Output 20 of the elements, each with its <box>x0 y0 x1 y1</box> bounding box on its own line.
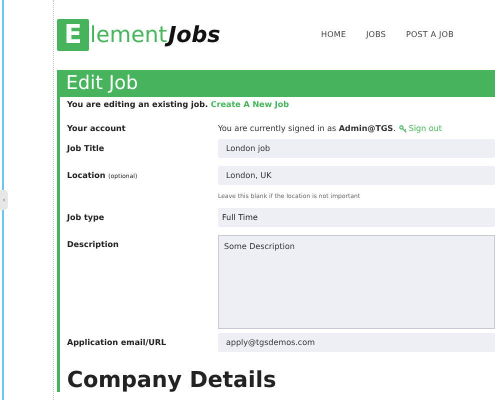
nav-link[interactable]: JOBS <box>366 29 386 41</box>
description-textarea[interactable]: Some Description <box>218 235 495 329</box>
field-label: Your account <box>67 123 127 135</box>
field-label: Location <box>67 171 106 180</box>
input-field[interactable]: London job <box>218 139 495 158</box>
job-type-select[interactable]: Full Time <box>218 208 495 227</box>
field-label: Description <box>67 239 120 251</box>
notice-text: You are editing an existing job. <box>67 100 210 109</box>
logo-mark: E <box>57 19 89 51</box>
nav-link[interactable]: HOME <box>321 29 346 41</box>
field-label: Job Title <box>67 143 106 155</box>
key-icon <box>398 125 407 133</box>
input-field[interactable]: London, UK <box>218 166 495 185</box>
field-label: Application email/URL <box>67 337 168 349</box>
section-heading: Company Details <box>67 370 278 392</box>
field-label: Job type <box>67 212 106 224</box>
account-text: You are currently signed in as Admin@TGS. <box>218 123 396 135</box>
form-header: Edit Job <box>57 70 495 97</box>
input-field[interactable]: apply@tgsdemos.com <box>218 333 495 352</box>
nav-link[interactable]: POST A JOB <box>406 29 454 41</box>
